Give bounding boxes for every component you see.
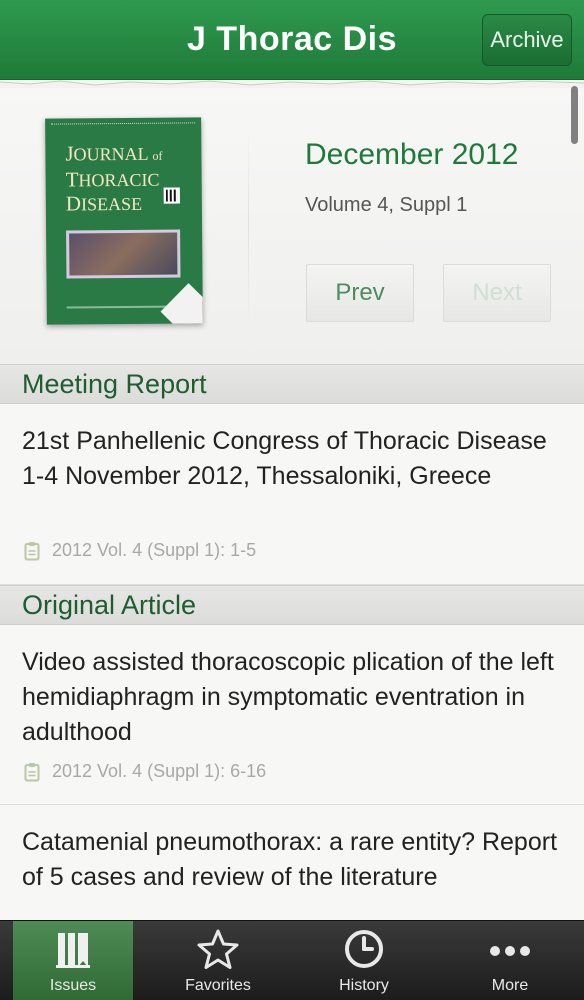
clock-icon <box>345 930 383 968</box>
app-title: J Thorac Dis <box>186 20 398 58</box>
article-item[interactable]: Catamenial pneumothorax: a rare entity? … <box>0 805 584 920</box>
star-icon <box>197 929 239 969</box>
article-title: Video assisted thoracoscopic plication o… <box>22 648 554 746</box>
archive-button[interactable]: Archive <box>482 14 572 66</box>
article-meta: 2012 Vol. 4 (Suppl 1): 6-16 <box>24 761 266 782</box>
tab-favorites[interactable]: Favorites <box>158 921 278 1000</box>
section-header-meeting-report: Meeting Report <box>0 364 584 404</box>
qr-code-icon <box>163 187 180 204</box>
clipboard-icon <box>24 541 40 560</box>
cover-title: JOURNAL of THORACIC DISEASE <box>65 141 163 216</box>
tab-more[interactable]: More <box>450 921 570 1000</box>
article-meta: 2012 Vol. 4 (Suppl 1): 1-5 <box>24 540 256 561</box>
cover-photo <box>66 229 181 279</box>
prev-button[interactable]: Prev <box>306 264 414 322</box>
more-dots-icon <box>490 946 530 956</box>
article-title: Catamenial pneumothorax: a rare entity? … <box>22 828 558 891</box>
issue-panel: JOURNAL of THORACIC DISEASE December 201… <box>0 88 584 364</box>
clipboard-icon <box>24 762 40 781</box>
panel-divider <box>248 126 249 326</box>
scrollbar[interactable] <box>571 86 578 144</box>
cover-top-line <box>51 122 196 126</box>
issues-icon <box>56 933 90 968</box>
article-title: 21st Panhellenic Congress of Thoracic Di… <box>22 427 547 490</box>
tab-history[interactable]: History <box>304 921 424 1000</box>
article-item[interactable]: 21st Panhellenic Congress of Thoracic Di… <box>0 404 584 585</box>
cover-page-curl <box>160 283 203 325</box>
issue-date: December 2012 <box>305 138 519 171</box>
app-header: J Thorac Dis Archive <box>0 0 584 80</box>
tab-bar: Issues Favorites History More <box>0 920 584 1000</box>
issue-volume: Volume 4, Suppl 1 <box>305 194 468 216</box>
cover-footer-line <box>66 305 167 309</box>
article-item[interactable]: Video assisted thoracoscopic plication o… <box>0 625 584 805</box>
journal-cover-image[interactable]: JOURNAL of THORACIC DISEASE <box>45 117 203 325</box>
next-button[interactable]: Next <box>443 264 551 322</box>
section-header-original-article: Original Article <box>0 585 584 625</box>
tab-issues[interactable]: Issues <box>13 921 133 1000</box>
